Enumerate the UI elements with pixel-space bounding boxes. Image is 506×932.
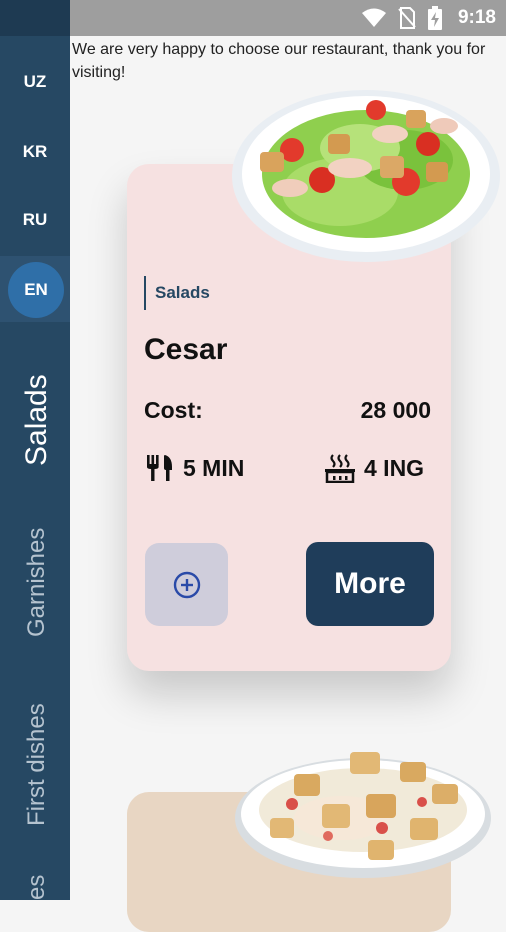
caesar-salad-plate-image bbox=[232, 90, 500, 262]
dish-name: Cesar bbox=[144, 333, 228, 366]
language-en[interactable]: EN bbox=[8, 262, 64, 318]
welcome-message: We are very happy to choose our restaura… bbox=[72, 41, 486, 81]
cooking-pot-icon bbox=[325, 454, 355, 483]
cost-label: Cost: bbox=[144, 397, 203, 423]
language-ru[interactable]: RU bbox=[0, 200, 70, 240]
sidebar-top-strip bbox=[0, 0, 70, 36]
category-salads[interactable]: Salads bbox=[20, 374, 54, 466]
category-next[interactable]: es bbox=[23, 875, 51, 900]
wifi-icon bbox=[361, 8, 386, 27]
plus-circle-icon bbox=[173, 571, 200, 598]
cook-time-value: 5 MIN bbox=[183, 454, 245, 481]
add-to-cart-button[interactable] bbox=[145, 543, 228, 626]
more-button[interactable]: More bbox=[306, 542, 434, 626]
cook-time: 5 MIN bbox=[145, 453, 244, 483]
status-time: 9:18 bbox=[457, 7, 496, 28]
language-kr[interactable]: KR bbox=[0, 132, 70, 172]
ingredients-value: 4 ING bbox=[364, 454, 425, 481]
potato-salad-bowl-image bbox=[235, 752, 491, 878]
language-uz[interactable]: UZ bbox=[0, 62, 70, 102]
ingredients-count: 4 ING bbox=[324, 453, 424, 483]
category-garnishes[interactable]: Garnishes bbox=[23, 528, 51, 637]
sidebar: UZ KR RU EN Salads Garnishes First dishe… bbox=[0, 0, 70, 900]
category-first-dishes[interactable]: First dishes bbox=[23, 703, 51, 826]
status-bar: 9:18 bbox=[70, 0, 506, 36]
battery-charging-icon bbox=[427, 6, 442, 30]
fork-knife-icon bbox=[147, 455, 172, 481]
cost-value: 28 000 bbox=[360, 397, 431, 423]
dish-category-tag: Salads bbox=[144, 276, 210, 310]
no-sim-icon bbox=[398, 7, 416, 29]
